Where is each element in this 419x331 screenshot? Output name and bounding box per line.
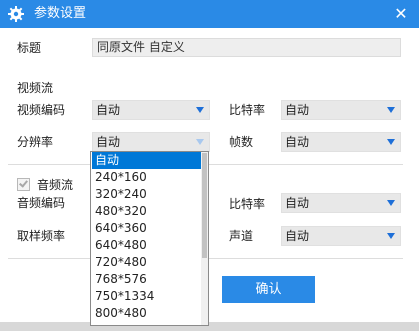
dropdown-option[interactable]: 750*1334 — [92, 288, 202, 305]
chevron-down-icon — [387, 233, 395, 239]
video-codec-label: 视频编码 — [17, 103, 66, 117]
framerate-value: 自动 — [285, 135, 310, 149]
resolution-label: 分辨率 — [17, 135, 54, 149]
dropdown-scrollbar[interactable] — [201, 152, 208, 325]
dropdown-option[interactable]: 800*480 — [92, 305, 202, 322]
dropdown-option[interactable]: 320*240 — [92, 186, 202, 203]
title-bar: 参数设置 ✕ — [0, 0, 419, 28]
video-bitrate-value: 自动 — [285, 103, 310, 117]
audio-section-heading: 音频流 — [37, 178, 74, 192]
channel-select[interactable]: 自动 — [281, 226, 401, 246]
window-title: 参数设置 — [34, 6, 87, 21]
dropdown-option[interactable]: 768*576 — [92, 271, 202, 288]
gear-icon — [8, 6, 24, 22]
chevron-down-icon — [196, 107, 204, 113]
chevron-down-icon — [196, 139, 204, 145]
dropdown-option[interactable]: 640*360 — [92, 220, 202, 237]
dropdown-option[interactable]: 240*160 — [92, 169, 202, 186]
window-bottom-edge — [0, 322, 419, 331]
audio-codec-label: 音频编码 — [17, 196, 66, 210]
chevron-down-icon — [387, 139, 395, 145]
audio-stream-checkbox[interactable] — [17, 178, 30, 191]
scrollbar-thumb[interactable] — [202, 153, 207, 258]
resolution-select[interactable]: 自动 — [92, 132, 210, 152]
framerate-select[interactable]: 自动 — [281, 132, 401, 152]
video-section-heading: 视频流 — [17, 81, 54, 95]
chevron-down-icon — [387, 200, 395, 206]
dropdown-option[interactable]: 自动 — [92, 152, 202, 169]
dropdown-option[interactable]: 480*320 — [92, 203, 202, 220]
audio-bitrate-select[interactable]: 自动 — [281, 193, 401, 213]
dropdown-option[interactable]: 640*480 — [92, 237, 202, 254]
confirm-button[interactable]: 确认 — [222, 276, 315, 303]
framerate-label: 帧数 — [229, 135, 254, 149]
channel-label: 声道 — [229, 229, 254, 243]
audio-bitrate-value: 自动 — [285, 196, 310, 210]
title-label: 标题 — [17, 41, 42, 55]
video-codec-value: 自动 — [96, 103, 121, 117]
title-input[interactable]: 同原文件 自定义 — [92, 38, 401, 57]
video-codec-select[interactable]: 自动 — [92, 100, 210, 120]
samplerate-label: 取样频率 — [17, 229, 66, 243]
check-icon — [19, 178, 28, 188]
video-bitrate-label: 比特率 — [229, 103, 266, 117]
close-button[interactable]: ✕ — [391, 4, 411, 24]
resolution-dropdown-list[interactable]: 自动 240*160 320*240 480*320 640*360 640*4… — [90, 151, 209, 326]
resolution-value: 自动 — [96, 135, 121, 149]
audio-bitrate-label: 比特率 — [229, 197, 266, 211]
channel-value: 自动 — [285, 229, 310, 243]
dropdown-option[interactable]: 720*480 — [92, 254, 202, 271]
chevron-down-icon — [387, 107, 395, 113]
video-bitrate-select[interactable]: 自动 — [281, 100, 401, 120]
